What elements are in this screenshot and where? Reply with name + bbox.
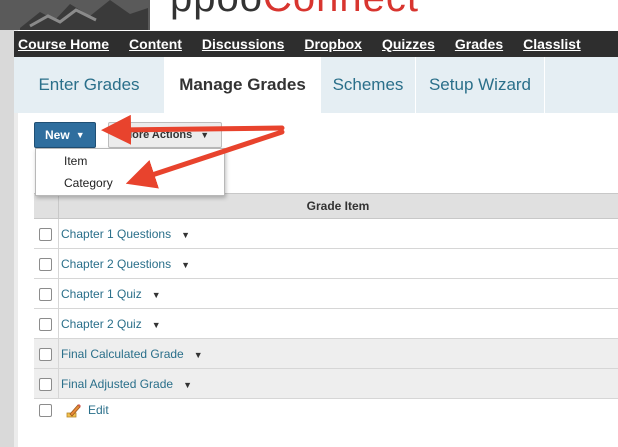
tab-manage-grades[interactable]: Manage Grades [165, 57, 320, 113]
row-checkbox[interactable] [39, 258, 52, 271]
grade-items-table: Grade Item Chapter 1 Questions ▼ Chapter … [34, 193, 618, 399]
new-button-label: New [45, 128, 70, 142]
checkbox-cell [34, 309, 59, 338]
nav-quizzes[interactable]: Quizzes [382, 36, 435, 52]
context-menu-caret-icon[interactable]: ▼ [181, 230, 190, 240]
table-row: Final Adjusted Grade ▼ [34, 369, 618, 399]
logo-text: ppooConnect [170, 0, 419, 18]
table-row: Chapter 2 Quiz ▼ [34, 309, 618, 339]
more-actions-button[interactable]: More Actions ▼ [108, 122, 222, 148]
select-all-checkbox[interactable] [39, 404, 52, 417]
grade-item-label: Chapter 2 Questions [61, 257, 172, 271]
nav-classlist[interactable]: Classlist [523, 36, 581, 52]
logo-text-dark: ppoo [170, 0, 263, 20]
caret-down-icon: ▼ [200, 130, 210, 140]
row-checkbox[interactable] [39, 318, 52, 331]
nav-course-home[interactable]: Course Home [18, 36, 109, 52]
grade-item-label: Final Calculated Grade [61, 347, 184, 361]
tab-schemes[interactable]: Schemes [321, 57, 415, 113]
nav-dropbox[interactable]: Dropbox [304, 36, 362, 52]
grade-item-label: Final Adjusted Grade [61, 377, 174, 391]
logo-graphic-icon [0, 0, 150, 30]
caret-down-icon: ▼ [75, 130, 85, 140]
context-menu-caret-icon[interactable]: ▼ [183, 380, 192, 390]
bulk-edit-row: Edit [34, 400, 334, 422]
tab-enter-grades[interactable]: Enter Grades [14, 57, 164, 113]
table-row: Chapter 1 Questions ▼ [34, 219, 618, 249]
table-row: Chapter 1 Quiz ▼ [34, 279, 618, 309]
grade-item-label: Chapter 2 Quiz [61, 317, 142, 331]
checkbox-cell [34, 279, 59, 308]
grade-item-label: Chapter 1 Questions [61, 227, 172, 241]
edit-link[interactable]: Edit [88, 403, 109, 417]
table-row: Final Calculated Grade ▼ [34, 339, 618, 369]
checkbox-cell [34, 249, 59, 278]
grade-item-link[interactable]: Chapter 2 Quiz ▼ [61, 317, 161, 331]
checkbox-cell [34, 339, 59, 368]
checkbox-cell [34, 369, 59, 398]
grade-item-link[interactable]: Chapter 2 Questions ▼ [61, 257, 190, 271]
grade-item-label: Chapter 1 Quiz [61, 287, 142, 301]
context-menu-caret-icon[interactable]: ▼ [194, 350, 203, 360]
grade-item-link[interactable]: Chapter 1 Quiz ▼ [61, 287, 161, 301]
nav-grades[interactable]: Grades [455, 36, 503, 52]
table-row: Chapter 2 Questions ▼ [34, 249, 618, 279]
course-navbar: Course Home Content Discussions Dropbox … [14, 31, 618, 57]
new-dropdown-menu: Item Category [35, 148, 225, 196]
grade-item-link[interactable]: Chapter 1 Questions ▼ [61, 227, 190, 241]
nav-content[interactable]: Content [129, 36, 182, 52]
row-checkbox[interactable] [39, 228, 52, 241]
menu-item-item[interactable]: Item [64, 154, 87, 168]
header-checkbox-cell [34, 194, 59, 218]
row-checkbox[interactable] [39, 348, 52, 361]
left-edge-strip [0, 0, 14, 447]
new-button[interactable]: New ▼ [34, 122, 96, 148]
table-header: Grade Item [34, 193, 618, 219]
tab-divider [544, 57, 545, 113]
tab-setup-wizard[interactable]: Setup Wizard [416, 57, 544, 113]
nav-discussions[interactable]: Discussions [202, 36, 284, 52]
grades-tab-bar: Enter Grades Manage Grades Schemes Setup… [14, 57, 618, 113]
context-menu-caret-icon[interactable]: ▼ [152, 290, 161, 300]
context-menu-caret-icon[interactable]: ▼ [181, 260, 190, 270]
logo-text-red: Connect [263, 0, 419, 20]
context-menu-caret-icon[interactable]: ▼ [152, 320, 161, 330]
row-checkbox[interactable] [39, 378, 52, 391]
checkbox-cell [34, 219, 59, 248]
grade-item-column-header: Grade Item [306, 199, 370, 213]
menu-item-category[interactable]: Category [64, 176, 113, 190]
more-actions-label: More Actions [123, 129, 193, 141]
logo-band: ppooConnect [0, 0, 618, 30]
grade-item-link[interactable]: Final Adjusted Grade ▼ [61, 377, 192, 391]
pencil-icon[interactable] [66, 402, 82, 418]
grade-item-link[interactable]: Final Calculated Grade ▼ [61, 347, 203, 361]
row-checkbox[interactable] [39, 288, 52, 301]
